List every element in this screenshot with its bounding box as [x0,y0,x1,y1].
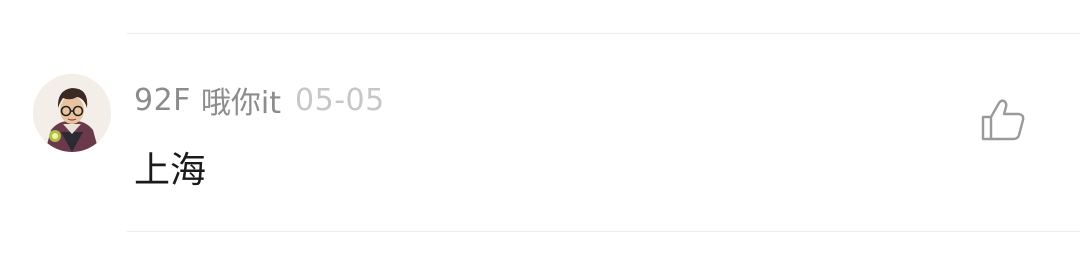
floor-number: 92F [134,82,191,118]
avatar-illustration [33,74,111,152]
comment-date: 05-05 [295,82,385,118]
comment-item: 92F 哦你it 05-05 上海 [0,34,1080,231]
comment-list: 92F 哦你it 05-05 上海 [0,0,1080,253]
comment-meta: 92F 哦你it 05-05 [134,82,385,122]
like-button[interactable] [976,94,1030,146]
bottom-divider [127,231,1080,232]
comment-text: 上海 [134,150,207,191]
avatar[interactable] [33,74,111,152]
username[interactable]: 哦你it [201,78,281,122]
thumbs-up-icon [981,99,1025,141]
